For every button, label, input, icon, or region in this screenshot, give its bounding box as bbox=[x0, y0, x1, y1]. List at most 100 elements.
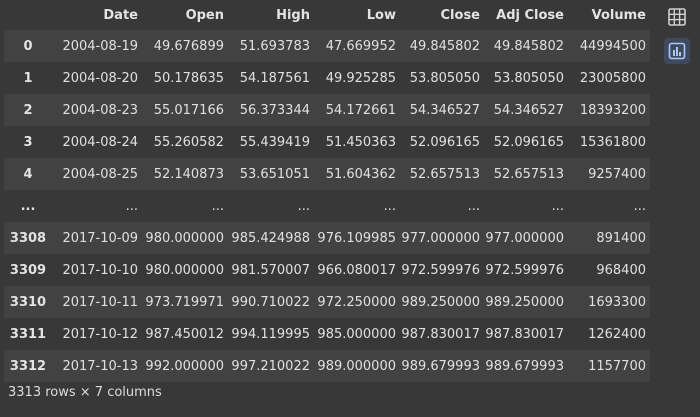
row-index: 4 bbox=[23, 166, 33, 182]
cell-volume: 891400 bbox=[596, 230, 646, 246]
table-row: 0 2004-08-19 49.676899 51.693783 47.669952 49… bbox=[4, 30, 650, 62]
cell-date: 2017-10-10 bbox=[62, 262, 138, 278]
cell-open: 52.140873 bbox=[153, 166, 224, 182]
table-row: 3309 2017-10-10 980.000000 981.570007 966.08… bbox=[4, 254, 650, 286]
cell-open: 50.178635 bbox=[153, 70, 224, 86]
cell-open: 992.000000 bbox=[145, 358, 224, 374]
bar-chart-icon bbox=[668, 42, 686, 60]
cell-volume: 1262400 bbox=[588, 326, 646, 342]
cell-high: 56.373344 bbox=[239, 102, 310, 118]
cell-date: 2004-08-19 bbox=[62, 38, 138, 54]
cell-adj-close: 977.000000 bbox=[485, 230, 564, 246]
cell-close: 972.599976 bbox=[401, 262, 480, 278]
cell-open: 55.017166 bbox=[153, 102, 224, 118]
table-body: 0 2004-08-19 49.676899 51.693783 47.669952 49… bbox=[4, 30, 650, 382]
cell-adj-close: 989.250000 bbox=[485, 294, 564, 310]
table-row: 3312 2017-10-13 992.000000 997.210022 989.00… bbox=[4, 350, 650, 382]
cell-close: ... bbox=[467, 198, 480, 214]
table-view-button[interactable] bbox=[664, 4, 690, 30]
cell-volume: 18393200 bbox=[579, 102, 646, 118]
chart-suggest-button[interactable] bbox=[664, 38, 690, 64]
cell-high: 53.651051 bbox=[239, 166, 310, 182]
table-row: 3310 2017-10-11 973.719971 990.710022 972.25… bbox=[4, 286, 650, 318]
row-index: 0 bbox=[23, 38, 33, 54]
cell-date: 2017-10-12 bbox=[62, 326, 138, 342]
cell-close: 52.096165 bbox=[409, 134, 480, 150]
cell-adj-close: ... bbox=[551, 198, 564, 214]
cell-adj-close: 54.346527 bbox=[493, 102, 564, 118]
table-header: Date Open High Low Close Adj Close Volum… bbox=[4, 0, 650, 30]
table-row: ........................ bbox=[4, 190, 650, 222]
cell-date: 2004-08-24 bbox=[62, 134, 138, 150]
cell-open: 980.000000 bbox=[145, 262, 224, 278]
header-row: Date Open High Low Close Adj Close Volum… bbox=[4, 0, 650, 30]
dataframe-shape-summary: 3313 rows × 7 columns bbox=[8, 385, 162, 400]
row-index: 2 bbox=[23, 102, 33, 118]
cell-close: 989.679993 bbox=[401, 358, 480, 374]
row-index: 3309 bbox=[9, 262, 47, 278]
cell-close: 53.805050 bbox=[409, 70, 480, 86]
cell-adj-close: 53.805050 bbox=[493, 70, 564, 86]
cell-date: 2017-10-13 bbox=[62, 358, 138, 374]
table-row: 3308 2017-10-09 980.000000 985.424988 976.10… bbox=[4, 222, 650, 254]
cell-volume: 968400 bbox=[596, 262, 646, 278]
cell-low: 51.604362 bbox=[325, 166, 396, 182]
cell-open: 55.260582 bbox=[153, 134, 224, 150]
column-header-low: Low bbox=[366, 7, 396, 23]
cell-low: 966.080017 bbox=[317, 262, 396, 278]
cell-high: 981.570007 bbox=[231, 262, 310, 278]
cell-adj-close: 49.845802 bbox=[493, 38, 564, 54]
dataframe-output: Date Open High Low Close Adj Close Volum… bbox=[4, 0, 650, 382]
cell-volume: ... bbox=[633, 198, 646, 214]
cell-volume: 23005800 bbox=[579, 70, 646, 86]
cell-adj-close: 52.096165 bbox=[493, 134, 564, 150]
cell-adj-close: 987.830017 bbox=[485, 326, 564, 342]
cell-close: 977.000000 bbox=[401, 230, 480, 246]
cell-open: 973.719971 bbox=[145, 294, 224, 310]
table-row: 4 2004-08-25 52.140873 53.651051 51.604362 52… bbox=[4, 158, 650, 190]
cell-high: ... bbox=[297, 198, 310, 214]
cell-adj-close: 989.679993 bbox=[485, 358, 564, 374]
cell-date: 2004-08-25 bbox=[62, 166, 138, 182]
table-row: 2 2004-08-23 55.017166 56.373344 54.172661 54… bbox=[4, 94, 650, 126]
column-header-adj-close: Adj Close bbox=[496, 7, 564, 23]
table-row: 3 2004-08-24 55.260582 55.439419 51.450363 52… bbox=[4, 126, 650, 158]
row-index: 3310 bbox=[9, 294, 47, 310]
cell-open: 980.000000 bbox=[145, 230, 224, 246]
cell-low: ... bbox=[383, 198, 396, 214]
cell-high: 997.210022 bbox=[231, 358, 310, 374]
cell-high: 990.710022 bbox=[231, 294, 310, 310]
row-index: 3308 bbox=[9, 230, 47, 246]
cell-date: 2004-08-20 bbox=[62, 70, 138, 86]
column-header-open: Open bbox=[185, 7, 224, 23]
cell-high: 994.119995 bbox=[231, 326, 310, 342]
table-row: 1 2004-08-20 50.178635 54.187561 49.925285 53… bbox=[4, 62, 650, 94]
cell-close: 54.346527 bbox=[409, 102, 480, 118]
cell-open: 987.450012 bbox=[145, 326, 224, 342]
cell-adj-close: 52.657513 bbox=[493, 166, 564, 182]
cell-low: 47.669952 bbox=[325, 38, 396, 54]
dataframe-table: Date Open High Low Close Adj Close Volum… bbox=[4, 0, 650, 382]
cell-open: ... bbox=[211, 198, 224, 214]
row-index: 3 bbox=[23, 134, 33, 150]
cell-high: 985.424988 bbox=[231, 230, 310, 246]
cell-low: 51.450363 bbox=[325, 134, 396, 150]
cell-volume: 1157700 bbox=[588, 358, 646, 374]
row-index: ... bbox=[20, 198, 36, 214]
cell-low: 54.172661 bbox=[325, 102, 396, 118]
cell-close: 987.830017 bbox=[401, 326, 480, 342]
column-header-high: High bbox=[276, 7, 310, 23]
cell-low: 49.925285 bbox=[325, 70, 396, 86]
table-row: 3311 2017-10-12 987.450012 994.119995 985.00… bbox=[4, 318, 650, 350]
table-icon bbox=[668, 8, 686, 26]
row-index: 3311 bbox=[9, 326, 47, 342]
cell-close: 989.250000 bbox=[401, 294, 480, 310]
cell-low: 989.000000 bbox=[317, 358, 396, 374]
row-index: 3312 bbox=[9, 358, 47, 374]
column-header-volume: Volume bbox=[591, 7, 646, 23]
cell-volume: 1693300 bbox=[588, 294, 646, 310]
cell-date: ... bbox=[125, 198, 138, 214]
cell-date: 2004-08-23 bbox=[62, 102, 138, 118]
row-index: 1 bbox=[23, 70, 33, 86]
column-header-index bbox=[4, 0, 56, 30]
